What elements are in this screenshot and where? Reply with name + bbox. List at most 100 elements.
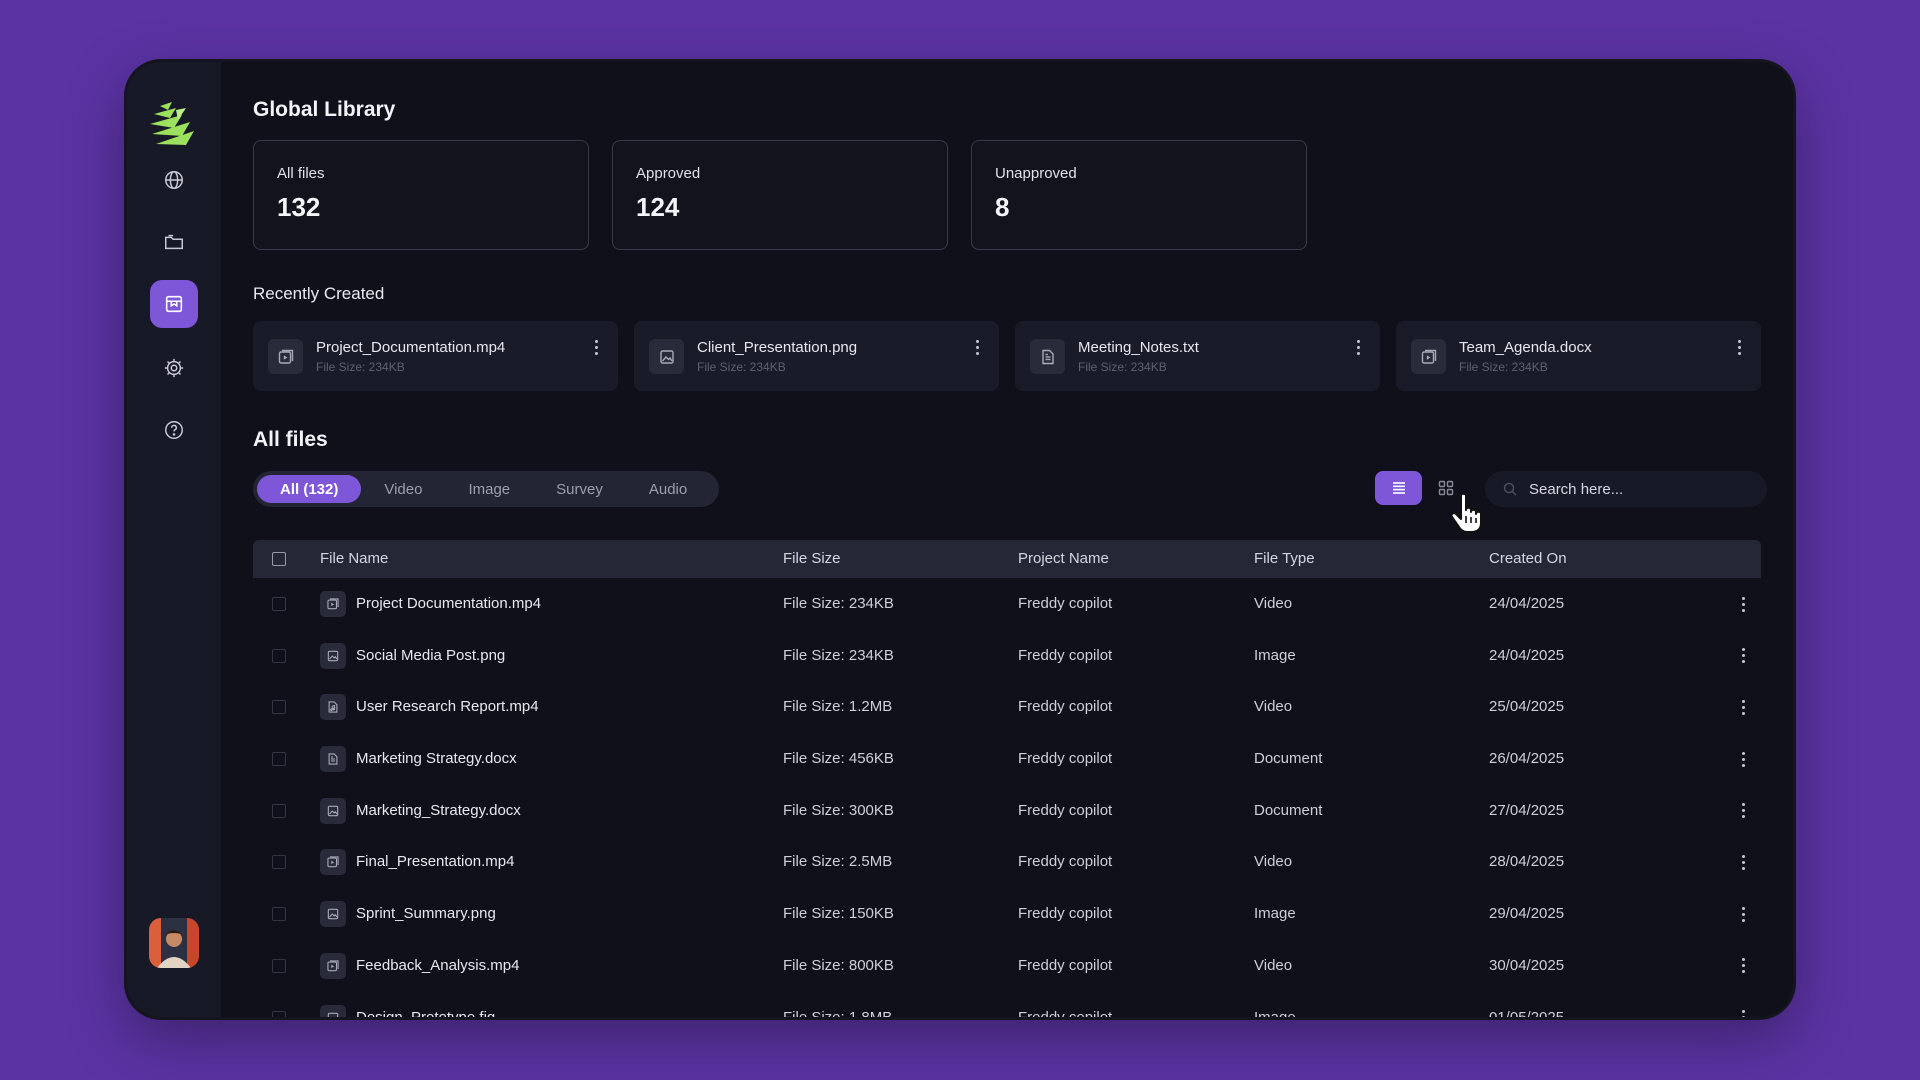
recent-file-size: File Size: 234KB [316,360,405,374]
column-header-file-name[interactable]: File Name [320,550,388,567]
file-type: Document [1254,801,1323,819]
sidebar-item-settings[interactable] [150,344,198,392]
row-checkbox[interactable] [272,752,286,767]
more-options-icon[interactable] [1735,955,1751,977]
app-window: Global Library All files 132 Approved 12… [127,62,1793,1017]
filter-tab-image[interactable]: Image [445,475,533,503]
recent-file-card[interactable]: Project_Documentation.mp4 File Size: 234… [253,321,618,391]
sidebar-item-folders[interactable] [150,218,198,266]
sidebar-item-library[interactable] [150,280,198,328]
more-options-icon[interactable] [1735,1007,1751,1017]
row-checkbox[interactable] [272,700,286,715]
project-name: Freddy copilot [1018,750,1113,768]
recent-file-name: Team_Agenda.docx [1459,339,1592,356]
file-size: File Size: 1.2MB [783,698,893,716]
column-header-project-name[interactable]: Project Name [1018,550,1109,567]
gear-icon [164,358,184,378]
table-row[interactable]: Sprint_Summary.png File Size: 150KB Fred… [253,888,1761,940]
stat-card-approved[interactable]: Approved 124 [612,140,948,250]
file-size: File Size: 800KB [783,956,894,974]
more-options-icon[interactable] [1735,593,1751,615]
page-title: Global Library [253,98,396,121]
sidebar-item-help[interactable] [150,406,198,454]
file-type: Image [1254,905,1296,923]
project-name: Freddy copilot [1018,801,1113,819]
more-options-icon[interactable] [1731,336,1747,358]
filter-tab-survey[interactable]: Survey [533,475,626,503]
filter-tab-audio[interactable]: Audio [626,475,710,503]
file-size: File Size: 2.5MB [783,853,893,871]
recent-file-card[interactable]: Client_Presentation.png File Size: 234KB [634,321,999,391]
project-name: Freddy copilot [1018,646,1113,664]
file-name[interactable]: User Research Report.mp4 [356,698,539,715]
created-on: 25/04/2025 [1489,698,1565,716]
more-options-icon[interactable] [588,336,604,358]
table-row[interactable]: Final_Presentation.mp4 File Size: 2.5MB … [253,836,1761,888]
app-logo-icon[interactable] [146,98,198,150]
more-options-icon[interactable] [1735,696,1751,718]
file-name[interactable]: Project Documentation.mp4 [356,595,541,612]
select-all-checkbox[interactable] [272,552,286,566]
file-size: File Size: 456KB [783,750,894,768]
file-size: File Size: 1.8MB [783,1008,893,1018]
video-file-icon [320,952,346,979]
recent-file-size: File Size: 234KB [1459,360,1548,374]
file-name[interactable]: Marketing_Strategy.docx [356,802,521,819]
table-row[interactable]: Project Documentation.mp4 File Size: 234… [253,578,1761,630]
stat-card-all-files[interactable]: All files 132 [253,140,589,250]
document-file-icon [320,746,346,773]
more-options-icon[interactable] [1735,645,1751,667]
row-checkbox[interactable] [272,597,286,611]
search-input[interactable] [1529,480,1749,498]
table-row[interactable]: Marketing Strategy.docx File Size: 456KB… [253,733,1761,785]
more-options-icon[interactable] [969,336,985,358]
filter-tab-video[interactable]: Video [361,475,445,503]
project-name: Freddy copilot [1018,853,1113,871]
more-options-icon[interactable] [1735,903,1751,925]
stat-card-unapproved[interactable]: Unapproved 8 [971,140,1307,250]
file-name[interactable]: Design_Prototype.fig [356,1009,495,1018]
recent-file-size: File Size: 234KB [1078,360,1167,374]
more-options-icon[interactable] [1735,800,1751,822]
table-row[interactable]: Feedback_Analysis.mp4 File Size: 800KB F… [253,940,1761,992]
file-name[interactable]: Marketing Strategy.docx [356,750,517,767]
stat-label: All files [277,165,325,182]
more-options-icon[interactable] [1350,336,1366,358]
column-header-file-type[interactable]: File Type [1254,550,1315,567]
search-box[interactable] [1485,471,1767,507]
table-row[interactable]: User Research Report.mp4 File Size: 1.2M… [253,681,1761,733]
more-options-icon[interactable] [1735,851,1751,873]
column-header-created-on[interactable]: Created On [1489,550,1567,567]
file-type: Video [1254,595,1293,612]
column-header-file-size[interactable]: File Size [783,550,841,567]
file-name[interactable]: Feedback_Analysis.mp4 [356,957,519,974]
row-checkbox[interactable] [272,958,286,973]
table-row[interactable]: Design_Prototype.fig File Size: 1.8MB Fr… [253,992,1761,1018]
filter-tab-all-132[interactable]: All (132) [257,475,362,503]
sidebar-item-global[interactable] [150,156,198,204]
row-checkbox[interactable] [272,803,286,818]
file-name[interactable]: Final_Presentation.mp4 [356,853,514,870]
list-view-icon [1392,482,1405,494]
file-size: File Size: 150KB [783,905,894,923]
row-checkbox[interactable] [272,907,286,922]
recent-file-card[interactable]: Meeting_Notes.txt File Size: 234KB [1015,321,1380,391]
row-checkbox[interactable] [272,1010,286,1017]
recently-created-title: Recently Created [253,284,385,303]
file-name[interactable]: Sprint_Summary.png [356,905,496,922]
table-row[interactable]: Marketing_Strategy.docx File Size: 300KB… [253,785,1761,837]
file-name[interactable]: Social Media Post.png [356,647,505,664]
list-view-button[interactable] [1375,471,1422,505]
avatar[interactable] [149,918,199,968]
row-checkbox[interactable] [272,855,286,870]
project-name: Freddy copilot [1018,956,1113,974]
recent-file-card[interactable]: Team_Agenda.docx File Size: 234KB [1396,321,1761,391]
more-options-icon[interactable] [1735,748,1751,770]
search-icon [1503,482,1517,496]
table-row[interactable]: Social Media Post.png File Size: 234KB F… [253,630,1761,682]
recent-file-size: File Size: 234KB [697,360,786,374]
file-type: Image [1254,1008,1296,1018]
row-checkbox[interactable] [272,648,286,663]
library-icon [165,295,183,313]
image-file-icon [649,339,684,374]
